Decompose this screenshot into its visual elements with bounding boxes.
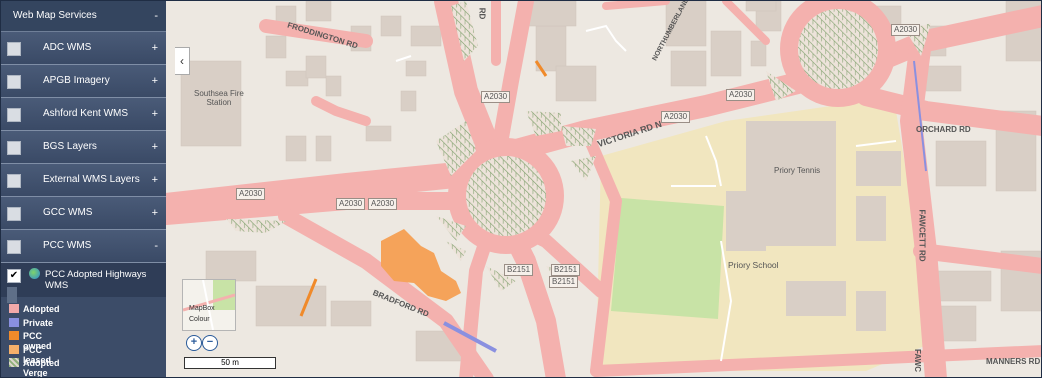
collapse-toggle[interactable]: -: [154, 230, 158, 262]
layer-checkbox[interactable]: [7, 174, 21, 188]
map-graphics: [166, 1, 1041, 377]
layer-sidebar: Web Map Services - ADC WMS + APGB Imager…: [1, 1, 166, 378]
street-label: FAWC: [913, 348, 923, 373]
header-label: Web Map Services: [13, 10, 97, 21]
layer-checkbox[interactable]: [7, 207, 21, 221]
map-canvas[interactable]: FRODDINGTON RD VICTORIA RD N ORCHARD RD …: [166, 1, 1041, 377]
layer-group-gcc[interactable]: GCC WMS +: [1, 197, 166, 230]
layer-checkbox[interactable]: [7, 240, 21, 254]
legend-label: Adopted Verge: [23, 358, 60, 378]
expand-toggle[interactable]: +: [152, 98, 158, 130]
expand-toggle[interactable]: +: [152, 65, 158, 97]
road-shield: A2030: [368, 198, 398, 210]
roundabout-island: [466, 156, 546, 236]
expand-toggle[interactable]: +: [152, 164, 158, 196]
expand-toggle[interactable]: +: [152, 131, 158, 163]
legend-swatch: [9, 344, 19, 354]
road-shield: B2151: [549, 276, 579, 288]
poi-priory-school: Priory School: [728, 260, 779, 270]
road-shield: A2030: [726, 89, 756, 101]
street-label: FAWCETT RD: [917, 209, 927, 262]
road-shield: A2030: [481, 91, 511, 103]
basemap-thumbnail[interactable]: MapBox Colour: [182, 279, 236, 331]
zoom-in-icon[interactable]: +: [186, 335, 202, 351]
street-label: ORCHARD RD: [916, 125, 971, 134]
road-shield: B2151: [504, 264, 534, 276]
legend-swatch: [9, 317, 19, 327]
road-shield: A2030: [236, 188, 266, 200]
collapse-toggle[interactable]: -: [154, 1, 158, 31]
globe-icon: [29, 268, 40, 279]
legend-swatch: [9, 331, 19, 340]
legend-swatch: [9, 358, 19, 367]
road-shield: A2030: [336, 198, 366, 210]
layer-checkbox[interactable]: [7, 108, 21, 122]
expand-toggle[interactable]: +: [152, 32, 158, 64]
thumbnail-title: MapBox: [189, 305, 215, 312]
layer-group-ashford[interactable]: Ashford Kent WMS +: [1, 98, 166, 131]
layer-label: Ashford Kent WMS: [43, 108, 129, 119]
poi-priory-tennis: Priory Tennis: [774, 166, 821, 175]
layer-group-adc[interactable]: ADC WMS +: [1, 32, 166, 65]
layer-label: External WMS Layers: [43, 174, 140, 185]
sublayer-label: PCC Adopted Highways WMS: [45, 269, 147, 291]
layer-label: BGS Layers: [43, 141, 97, 152]
layer-group-bgs[interactable]: BGS Layers +: [1, 131, 166, 164]
collapse-sidebar-button[interactable]: ‹: [175, 47, 190, 75]
poi-fire-station: Southsea Fire Station: [194, 89, 244, 107]
zoom-out-icon[interactable]: −: [202, 335, 218, 351]
legend-label: Private: [23, 317, 54, 328]
layer-label: GCC WMS: [43, 207, 93, 218]
roundabout-east-island: [798, 9, 878, 89]
layer-checkbox[interactable]: [7, 42, 21, 56]
scrollbar-handle[interactable]: [7, 287, 17, 303]
layer-checkbox[interactable]: [7, 141, 21, 155]
road-shield: A2030: [661, 111, 691, 123]
expand-toggle[interactable]: +: [152, 197, 158, 229]
layer-label: APGB Imagery: [43, 75, 110, 86]
layer-group-pcc[interactable]: PCC WMS -: [1, 230, 166, 263]
street-label: MANNERS RD: [986, 357, 1041, 366]
layer-label: PCC WMS: [43, 240, 92, 251]
layer-group-external[interactable]: External WMS Layers +: [1, 164, 166, 197]
street-label: RD: [477, 7, 487, 20]
road-shield: B2151: [551, 264, 581, 276]
layer-label: ADC WMS: [43, 42, 92, 53]
legend-label: Adopted: [23, 304, 60, 314]
sublayer-pcc-adopted-highways[interactable]: ✔ PCC Adopted Highways WMS: [1, 263, 166, 303]
legend-swatch: [9, 304, 19, 313]
playing-field: [611, 198, 724, 319]
layer-group-apgb[interactable]: APGB Imagery +: [1, 65, 166, 98]
sublayer-checkbox[interactable]: ✔: [7, 269, 21, 283]
thumbnail-subtitle: Colour: [189, 316, 210, 323]
web-map-services-header[interactable]: Web Map Services -: [1, 1, 166, 32]
road-shield: A2030: [891, 24, 921, 36]
scale-bar: 50 m: [184, 357, 276, 369]
layer-checkbox[interactable]: [7, 75, 21, 89]
